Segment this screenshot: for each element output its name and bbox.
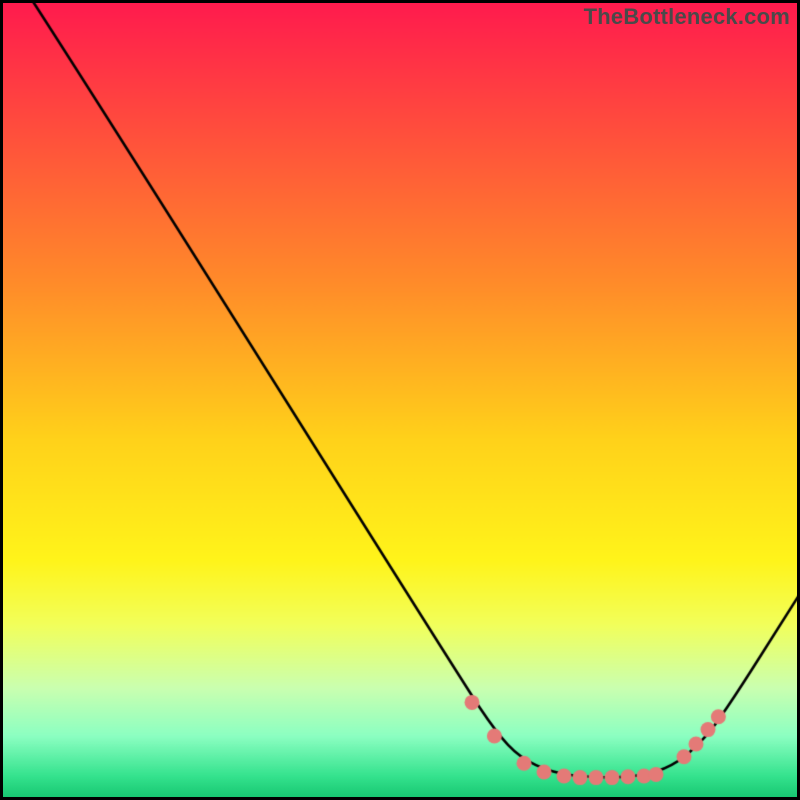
bottleneck-curve-canvas — [0, 0, 800, 800]
chart-container: TheBottleneck.com — [0, 0, 800, 800]
watermark-label: TheBottleneck.com — [584, 4, 790, 30]
